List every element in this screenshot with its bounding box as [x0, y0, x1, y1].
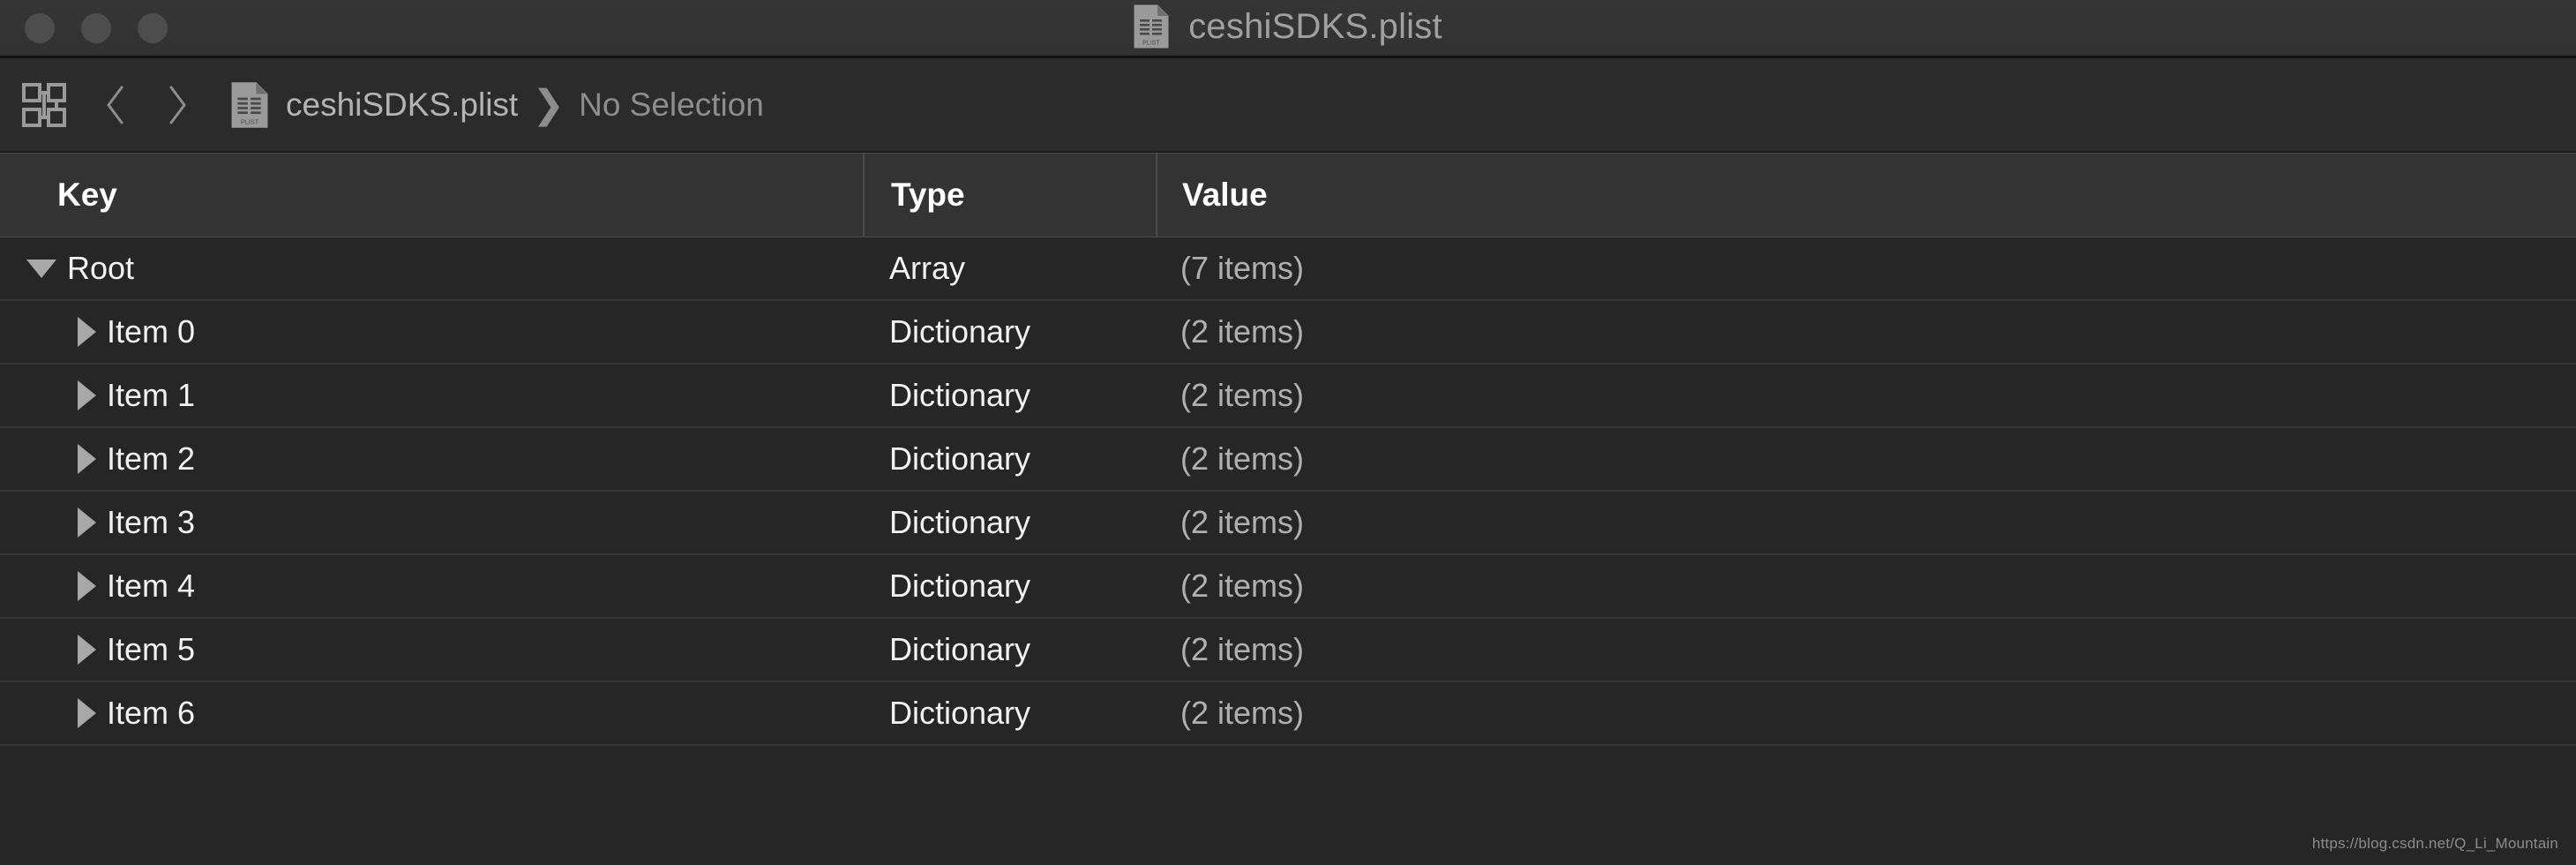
cell-type[interactable]: Dictionary — [863, 492, 1156, 553]
plist-editor-window: PLIST ceshiSDKS.plist PLIST ceshiSDKS.pl… — [0, 0, 2576, 865]
table-row[interactable]: Item 2 Dictionary (2 items) — [0, 428, 2576, 492]
disclosure-triangle-collapsed-icon[interactable] — [78, 317, 96, 347]
cell-key[interactable]: Item 2 — [0, 428, 863, 490]
table-body: Root Array (7 items) Item 0 Dictionary (2 ite… — [0, 237, 2576, 746]
property-list-table: Key Type Value Root Array (7 items) Item 0 D… — [0, 153, 2576, 865]
cell-key-label: Item 1 — [107, 377, 196, 413]
table-row[interactable]: Item 6 Dictionary (2 items) — [0, 682, 2576, 746]
table-row[interactable]: Item 5 Dictionary (2 items) — [0, 619, 2576, 682]
chevron-left-icon[interactable] — [104, 85, 127, 125]
jump-bar: PLIST ceshiSDKS.plist ❯ No Selection — [0, 58, 2576, 153]
cell-key[interactable]: Root — [0, 237, 863, 299]
cell-type[interactable]: Dictionary — [863, 619, 1156, 681]
cell-key[interactable]: Item 3 — [0, 492, 863, 553]
table-row[interactable]: Item 1 Dictionary (2 items) — [0, 365, 2576, 428]
table-row[interactable]: Root Array (7 items) — [0, 237, 2576, 301]
svg-text:PLIST: PLIST — [1142, 41, 1160, 47]
column-header-type[interactable]: Type — [863, 154, 1156, 237]
cell-key[interactable]: Item 5 — [0, 619, 863, 681]
cell-value[interactable]: (7 items) — [1156, 237, 2576, 299]
cell-key-label: Item 6 — [107, 695, 196, 731]
cell-type[interactable]: Dictionary — [863, 301, 1156, 363]
cell-value[interactable]: (2 items) — [1156, 301, 2576, 363]
cell-value[interactable]: (2 items) — [1156, 619, 2576, 681]
related-items-grid-icon[interactable] — [19, 80, 69, 130]
close-button[interactable] — [25, 12, 55, 43]
window-titlebar: PLIST ceshiSDKS.plist — [0, 0, 2576, 58]
cell-value[interactable]: (2 items) — [1156, 365, 2576, 426]
disclosure-triangle-collapsed-icon[interactable] — [78, 571, 96, 601]
window-title: ceshiSDKS.plist — [1188, 6, 1442, 46]
disclosure-triangle-collapsed-icon[interactable] — [78, 380, 96, 410]
plist-document-icon: PLIST — [1134, 4, 1169, 49]
cell-value[interactable]: (2 items) — [1156, 682, 2576, 744]
table-row[interactable]: Item 0 Dictionary (2 items) — [0, 301, 2576, 365]
cell-key-label: Root — [67, 250, 135, 286]
cell-key[interactable]: Item 1 — [0, 365, 863, 426]
cell-value[interactable]: (2 items) — [1156, 492, 2576, 553]
plist-document-icon: PLIST — [231, 81, 268, 129]
traffic-light-group — [25, 12, 168, 43]
svg-text:PLIST: PLIST — [241, 117, 259, 125]
minimize-button[interactable] — [81, 12, 111, 43]
cell-type[interactable]: Array — [863, 237, 1156, 299]
column-header-key[interactable]: Key — [0, 154, 863, 237]
breadcrumb-file-name[interactable]: ceshiSDKS.plist — [286, 86, 518, 124]
cell-key-label: Item 0 — [107, 313, 196, 350]
cell-type[interactable]: Dictionary — [863, 682, 1156, 744]
window-title-group: PLIST ceshiSDKS.plist — [0, 0, 2576, 53]
table-row[interactable]: Item 3 Dictionary (2 items) — [0, 492, 2576, 555]
disclosure-triangle-expanded-icon[interactable] — [26, 259, 56, 278]
cell-key-label: Item 2 — [107, 440, 196, 477]
cell-key-label: Item 3 — [107, 504, 196, 540]
cell-key[interactable]: Item 6 — [0, 682, 863, 744]
cell-key[interactable]: Item 4 — [0, 555, 863, 617]
cell-value[interactable]: (2 items) — [1156, 555, 2576, 617]
disclosure-triangle-collapsed-icon[interactable] — [78, 635, 96, 665]
column-header-value[interactable]: Value — [1156, 154, 2576, 237]
cell-key-label: Item 5 — [107, 631, 196, 667]
table-header-row: Key Type Value — [0, 153, 2576, 237]
cell-value[interactable]: (2 items) — [1156, 428, 2576, 490]
disclosure-triangle-collapsed-icon[interactable] — [78, 508, 96, 538]
breadcrumb-selection[interactable]: No Selection — [579, 86, 764, 124]
disclosure-triangle-collapsed-icon[interactable] — [78, 444, 96, 474]
cell-key[interactable]: Item 0 — [0, 301, 863, 363]
zoom-button[interactable] — [138, 12, 168, 43]
cell-type[interactable]: Dictionary — [863, 428, 1156, 490]
breadcrumb: PLIST ceshiSDKS.plist ❯ No Selection — [231, 81, 764, 129]
watermark-text: https://blog.csdn.net/Q_Li_Mountain — [2311, 835, 2558, 852]
chevron-right-icon[interactable] — [166, 85, 189, 125]
cell-type[interactable]: Dictionary — [863, 555, 1156, 617]
table-row[interactable]: Item 4 Dictionary (2 items) — [0, 555, 2576, 619]
breadcrumb-separator-icon: ❯ — [532, 82, 565, 126]
disclosure-triangle-collapsed-icon[interactable] — [78, 698, 96, 728]
navigation-arrows — [104, 85, 189, 125]
cell-type[interactable]: Dictionary — [863, 365, 1156, 426]
cell-key-label: Item 4 — [107, 568, 196, 604]
table-empty-area — [0, 746, 2576, 865]
